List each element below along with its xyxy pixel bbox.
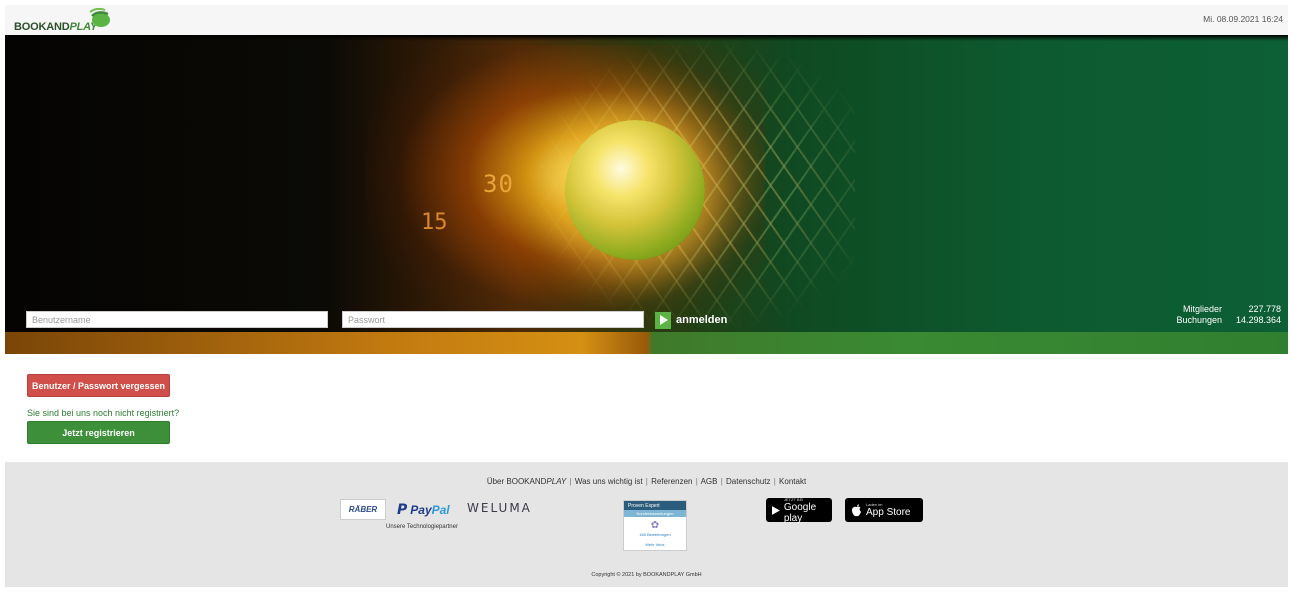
paypal-icon: P (397, 502, 408, 518)
proven-expert-subtitle: Kundenbewertungen (624, 510, 686, 517)
score-digit-30: 30 (483, 170, 514, 198)
app-store-badge[interactable]: Laden im App Store (845, 498, 923, 522)
footer: Über BOOKANDPLAY | Was uns wichtig ist |… (5, 462, 1288, 587)
bookandplay-logo[interactable]: BOOKAND PLAY (14, 8, 110, 33)
separator: | (569, 477, 572, 486)
app-store-text: Laden im App Store (866, 502, 910, 518)
page: BOOKANDPLAY Mi. 08.09.2021 16:24 30 15 a… (0, 0, 1293, 592)
google-play-big: Google play (783, 501, 817, 524)
stat-bookings-value: 14.298.364 (1235, 315, 1281, 325)
stat-members-value: 227.778 (1248, 304, 1281, 314)
google-play-text: JETZT BEI Google play (784, 497, 826, 524)
paypal-wordmark: PayPal (410, 503, 449, 517)
top-bar: BOOKAND PLAY Mi. 08.09.2021 16:24 (5, 5, 1288, 35)
footer-link-agb[interactable]: AGB (701, 477, 718, 486)
separator: | (645, 477, 648, 486)
register-button[interactable]: Jetzt registrieren (27, 421, 170, 444)
hero-banner: 30 15 anmelden Mitglieder 227.778 Buchun… (5, 35, 1288, 354)
login-button[interactable]: anmelden (655, 311, 727, 329)
footer-link-about-prefix: Über BOOKAND (486, 477, 547, 486)
separator: | (773, 477, 776, 486)
paypal-pal: Pal (431, 503, 450, 517)
stat-members-label: Mitglieder (1182, 304, 1222, 314)
footer-link-privacy[interactable]: Datenschutz (726, 477, 770, 486)
proven-expert-more: Mehr Infos (645, 542, 665, 547)
hero-bottom-band (5, 332, 1288, 354)
footer-link-values[interactable]: Was uns wichtig ist (575, 477, 643, 486)
proven-expert-title: Proven Expert (624, 501, 686, 510)
google-play-icon (772, 505, 780, 515)
weluma-logo[interactable]: WELUMA (467, 501, 532, 515)
hero-shade (5, 35, 1288, 41)
raber-logo[interactable]: RÄBER (340, 499, 386, 520)
register-question: Sie sind bei uns noch nicht registriert? (27, 408, 180, 418)
forgot-password-button[interactable]: Benutzer / Passwort vergessen (27, 374, 170, 397)
copyright: Copyright © 2021 by BOOKANDPLAY GmbH (591, 572, 702, 578)
username-input[interactable] (26, 311, 328, 328)
proven-expert-count: 180 Bewertungen (639, 532, 671, 537)
proven-expert-body: ✿ 180 Bewertungen Mehr Infos (624, 517, 686, 547)
flower-icon: ✿ (650, 520, 660, 531)
globe-tennis-ball-graphic (565, 120, 705, 260)
tennis-ball-logo-icon (89, 8, 110, 27)
partners-label: Unsere Technologiepartner (386, 524, 458, 530)
stat-bookings-label: Buchungen (1176, 315, 1222, 325)
footer-link-about-emphasis: PLAY (546, 477, 567, 486)
separator: | (720, 477, 723, 486)
footer-link-contact[interactable]: Kontakt (779, 477, 806, 486)
paypal-logo[interactable]: P PayPal (397, 502, 450, 518)
separator: | (695, 477, 698, 486)
play-arrow-icon (655, 311, 671, 329)
google-play-badge[interactable]: JETZT BEI Google play (766, 497, 832, 524)
paypal-pay: Pay (410, 503, 432, 517)
stats-panel: Mitglieder 227.778 Buchungen 14.298.364 (1176, 304, 1281, 326)
footer-link-about[interactable]: Über BOOKANDPLAY (487, 477, 566, 486)
stat-members: Mitglieder 227.778 (1176, 304, 1281, 315)
footer-links: Über BOOKANDPLAY | Was uns wichtig ist |… (5, 477, 1288, 486)
logo-text-book: BOOKAND (14, 21, 70, 33)
proven-expert-badge[interactable]: Proven Expert Kundenbewertungen ✿ 180 Be… (623, 500, 687, 551)
current-datetime: Mi. 08.09.2021 16:24 (1203, 14, 1283, 24)
password-input[interactable] (342, 311, 644, 328)
login-button-label: anmelden (676, 314, 728, 326)
apple-icon (851, 503, 861, 516)
footer-link-references[interactable]: Referenzen (651, 477, 692, 486)
stat-bookings: Buchungen 14.298.364 (1176, 315, 1281, 326)
app-store-big: App Store (866, 507, 911, 518)
score-digit-15: 15 (421, 210, 448, 235)
